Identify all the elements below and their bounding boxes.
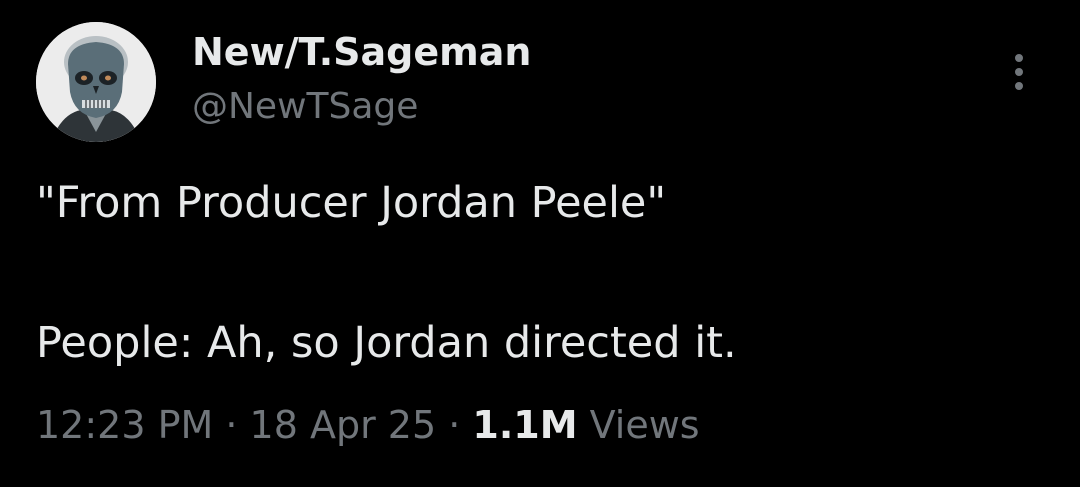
- author-avatar[interactable]: [36, 22, 156, 142]
- more-dot: [1015, 54, 1023, 62]
- tweet-text-line: People: Ah, so Jordan directed it.: [36, 318, 737, 368]
- tweet-meta: 12:23 PM · 18 Apr 25 · 1.1M Views: [36, 403, 700, 447]
- masked-figure-avatar-icon: [36, 22, 156, 142]
- more-dot: [1015, 82, 1023, 90]
- author-handle[interactable]: @NewTSage: [192, 86, 418, 127]
- tweet-date[interactable]: 18 Apr 25: [250, 403, 437, 447]
- tweet-text-line: "From Producer Jordan Peele": [36, 178, 667, 228]
- views-count: 1.1M: [472, 403, 578, 447]
- tweet-card: New/T.Sageman @NewTSage "From Producer J…: [0, 0, 1080, 487]
- author-name[interactable]: New/T.Sageman: [192, 30, 531, 74]
- more-dot: [1015, 68, 1023, 76]
- separator: ·: [213, 403, 250, 447]
- views-label: Views: [577, 403, 700, 447]
- separator: ·: [436, 403, 473, 447]
- more-vertical-icon[interactable]: [1004, 50, 1034, 94]
- tweet-time[interactable]: 12:23 PM: [36, 403, 213, 447]
